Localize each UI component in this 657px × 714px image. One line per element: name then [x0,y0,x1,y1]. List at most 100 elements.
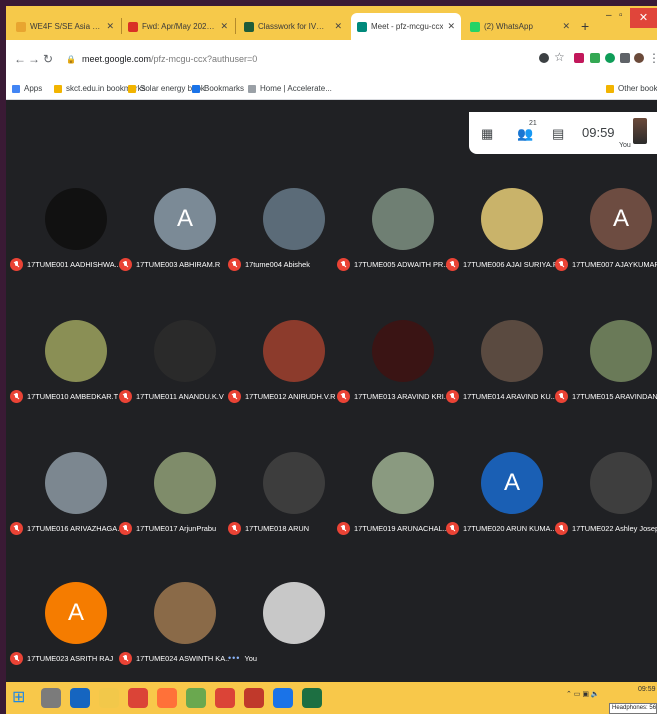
taskbar-app-icon[interactable] [99,688,119,708]
reload-icon[interactable]: ↻ [43,52,53,66]
window-close-button[interactable]: ✕ [630,8,657,28]
system-tray-icons[interactable]: ⌃ ▭ ▣ 🔈 [566,690,600,698]
participant-name: 17TUME001 AADHISHWA... [27,259,120,269]
bookmark-item[interactable]: Apps [12,84,42,93]
participant-tile[interactable]: ••• You [228,582,338,692]
participant-avatar [481,188,543,250]
participant-name: 17TUME023 ASRITH RAJ [27,653,114,663]
bookmark-star-icon[interactable]: ☆ [554,50,565,64]
participant-avatar [590,320,652,382]
participant-tile[interactable]: 17TUME013 ARAVIND KRI... [337,320,447,430]
tab-label: Meet - pfz-mcgu-ccx [371,22,444,31]
participant-tile[interactable]: 17TUME011 ANANDU.K.V [119,320,229,430]
participant-name: 17TUME016 ARIVAZHAGA... [27,523,120,533]
browser-toolbar: ← → ↻ 🔒 meet.google.com /pfz-mcgu-ccx?au… [6,40,657,78]
browser-tab[interactable]: Meet - pfz-mcgu-ccx ✕ [351,13,461,40]
participant-tile[interactable]: A 17TUME020 ARUN KUMA... [446,452,556,562]
people-icon[interactable]: 👥 [517,126,533,142]
participant-tile[interactable]: 17TUME012 ANIRUDH.V.R [228,320,338,430]
participant-tile[interactable]: 17TUME019 ARUNACHAL... [337,452,447,562]
camera-indicator-icon[interactable] [539,53,549,63]
other-bookmarks[interactable]: Other bookmarks [606,84,657,93]
address-bar[interactable]: 🔒 meet.google.com /pfz-mcgu-ccx?authuser… [58,47,538,71]
tab-close-icon[interactable]: ✕ [447,21,455,32]
new-tab-button[interactable]: + [581,18,589,34]
participant-nameplate: 17TUME012 ANIRUDH.V.R [228,388,338,404]
chat-icon[interactable]: ▤ [552,126,564,142]
participant-nameplate: 17TUME013 ARAVIND KRI... [337,388,447,404]
tab-close-icon[interactable]: ✕ [220,21,228,32]
star-icon [192,84,200,93]
taskbar-app-icon[interactable] [41,688,61,708]
volume-tooltip: Headphones: 56% [609,703,657,714]
participant-tile[interactable]: 17TUME006 AJAI SURIYA.P [446,188,556,298]
tab-label: Fwd: Apr/May 2020 Arrear exam [142,22,216,31]
tab-favicon-icon [128,21,138,32]
participant-tile[interactable]: 17TUME016 ARIVAZHAGA... [10,452,120,562]
extension-sheet-icon[interactable] [590,53,600,63]
participant-tile[interactable]: 17tume004 Abishek [228,188,338,298]
taskbar-app-icon[interactable] [70,688,90,708]
participant-tile[interactable]: A 17TUME003 ABHIRAM.R [119,188,229,298]
mic-muted-icon [337,389,350,403]
tab-close-icon[interactable]: ✕ [562,21,570,32]
participant-tile[interactable]: 17TUME017 ArjunPrabu [119,452,229,562]
participant-nameplate: 17TUME016 ARIVAZHAGA... [10,520,120,536]
extension-shield-icon[interactable] [605,53,615,63]
forward-icon[interactable]: → [28,52,40,66]
minimize-icon[interactable]: – [606,10,612,21]
taskbar-app-icon[interactable] [186,688,206,708]
participant-tile[interactable]: 17TUME001 AADHISHWA... [10,188,120,298]
self-thumbnail-label: You [619,142,631,149]
maximize-icon[interactable]: ▫ [619,10,623,21]
windows-start-icon[interactable]: ⊞ [12,688,32,708]
participant-nameplate: 17TUME007 AJAYKUMAR.K [555,256,657,272]
participant-tile[interactable]: 17TUME018 ARUN [228,452,338,562]
profile-avatar-icon[interactable] [634,53,644,63]
grid-layout-icon[interactable]: ▦ [481,126,493,142]
participant-name: 17TUME024 ASWINTH KA... [136,653,229,663]
taskbar-app-icon[interactable] [215,688,235,708]
taskbar-app-icon[interactable] [302,688,322,708]
participant-avatar: A [45,582,107,644]
bookmark-item[interactable]: Bookmarks [192,84,244,93]
folder-icon [54,84,62,93]
participant-tile[interactable]: 17TUME015 ARAVINDAN.S [555,320,657,430]
taskbar-app-icon[interactable] [244,688,264,708]
participant-avatar [45,452,107,514]
participant-tile[interactable]: 17TUME005 ADWAITH PR... [337,188,447,298]
participant-tile[interactable]: A 17TUME007 AJAYKUMAR.K [555,188,657,298]
tab-close-icon[interactable]: ✕ [106,21,114,32]
taskbar-app-icon[interactable] [273,688,293,708]
mic-muted-icon [228,389,241,403]
browser-tab[interactable]: WE4F S/SE Asia RIH Call for Inn ✕ [10,13,120,40]
browser-tab[interactable]: (2) WhatsApp ✕ [464,13,576,40]
participant-tile[interactable]: 17TUME010 AMBEDKAR.T [10,320,120,430]
participant-name: 17TUME010 AMBEDKAR.T [27,391,119,401]
participant-name: 17TUME005 ADWAITH PR... [354,259,447,269]
participant-tile[interactable]: A 17TUME023 ASRITH RAJ [10,582,120,692]
extension-puzzle-icon[interactable] [620,53,630,63]
participant-count: 21 [529,120,537,127]
participant-tile[interactable]: 17TUME014 ARAVIND KU... [446,320,556,430]
participant-tile[interactable]: 17TUME024 ASWINTH KA... [119,582,229,692]
bookmark-item[interactable]: Home | Accelerate... [248,84,332,93]
participant-nameplate: 17TUME015 ARAVINDAN.S [555,388,657,404]
taskbar-app-icon[interactable] [157,688,177,708]
back-icon[interactable]: ← [14,52,26,66]
tab-separator [235,18,236,34]
self-thumbnail[interactable] [633,118,647,144]
participant-nameplate: 17TUME014 ARAVIND KU... [446,388,556,404]
browser-tab[interactable]: Fwd: Apr/May 2020 Arrear exam ✕ [122,13,234,40]
participant-tile[interactable]: 17TUME022 Ashley Josep... [555,452,657,562]
bookmark-label: Home | Accelerate... [260,84,332,93]
tab-close-icon[interactable]: ✕ [334,21,342,32]
menu-dots-icon[interactable]: ⋮ [648,51,657,65]
participant-name: 17TUME003 ABHIRAM.R [136,259,221,269]
participant-avatar: A [154,188,216,250]
participant-avatar [154,452,216,514]
extension-pm-icon[interactable] [574,53,584,63]
taskbar-clock[interactable]: 09:59 [638,686,656,693]
taskbar-app-icon[interactable] [128,688,148,708]
browser-tab[interactable]: Classwork for IVMEC-17ME41 ✕ [238,13,348,40]
